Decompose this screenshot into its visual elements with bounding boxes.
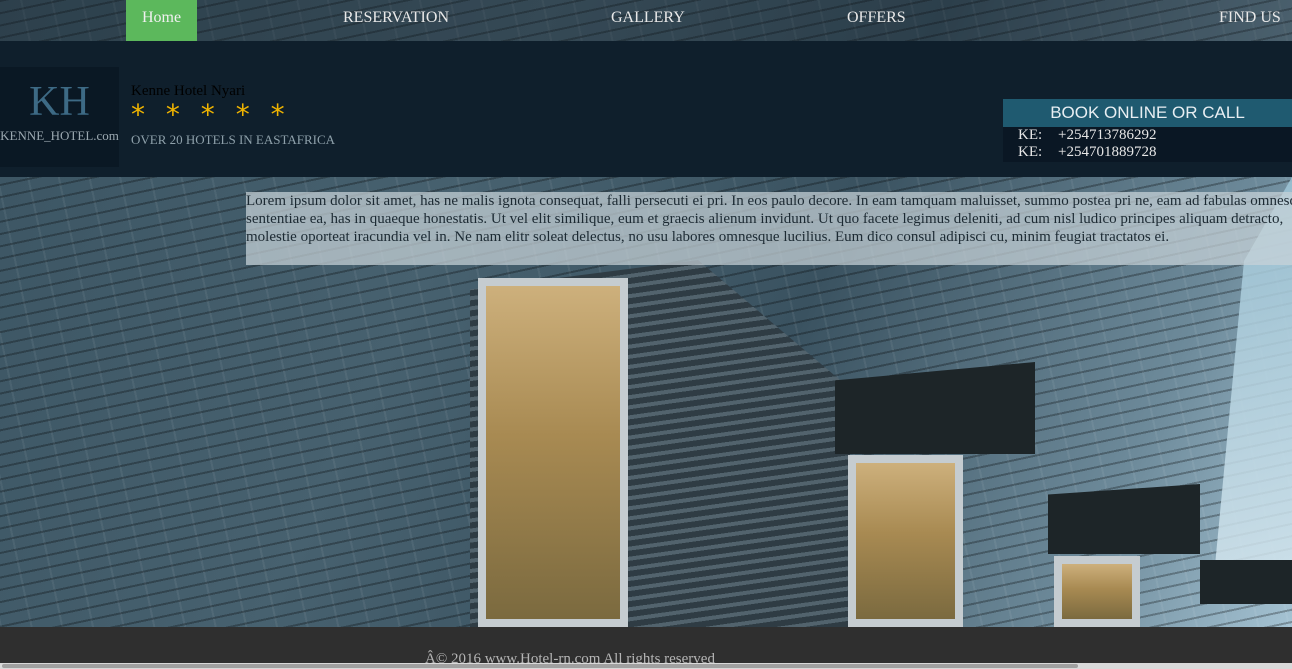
window-box (1200, 560, 1292, 604)
phone-prefix: KE: (1018, 127, 1043, 143)
building-window (478, 278, 628, 627)
booking-title: BOOK ONLINE OR CALL (1003, 99, 1292, 127)
phone-number: +254701889728 (1058, 144, 1157, 160)
scrollbar-thumb[interactable] (2, 664, 1078, 668)
phone-line-2[interactable]: KE: +254701889728 (1018, 144, 1292, 161)
nav-offers[interactable]: OFFERS (847, 0, 906, 41)
logo-site-name: KENNE_HOTEL.com (0, 128, 119, 143)
tagline: OVER 20 HOTELS IN EASTAFRICA (131, 132, 336, 147)
site-header: KH KENNE_HOTEL.com Kenne Hotel Nyari * *… (0, 41, 1292, 177)
horizontal-scrollbar[interactable] (0, 663, 1292, 669)
nav-home[interactable]: Home (126, 0, 197, 41)
booking-panel: BOOK ONLINE OR CALL KE: +254713786292 KE:… (1003, 99, 1292, 162)
phone-prefix: KE: (1018, 144, 1043, 160)
intro-paragraph: Lorem ipsum dolor sit amet, has ne malis… (246, 193, 1292, 245)
logo-initials: KH (29, 79, 90, 125)
nav-find-us[interactable]: FIND US (1219, 0, 1281, 41)
nav-reservation[interactable]: RESERVATION (343, 0, 449, 41)
nav-gallery[interactable]: GALLERY (611, 0, 685, 41)
star-rating: * * * * * (131, 98, 291, 131)
window-box (1048, 484, 1200, 554)
building-window (848, 455, 963, 627)
phone-number: +254713786292 (1058, 127, 1157, 143)
main-nav: Home RESERVATION GALLERY OFFERS FIND US (0, 0, 1292, 41)
intro-text-box: Lorem ipsum dolor sit amet, has ne malis… (246, 192, 1292, 265)
phone-line-1[interactable]: KE: +254713786292 (1018, 127, 1292, 144)
logo[interactable]: KH KENNE_HOTEL.com (0, 67, 119, 167)
building-window (1054, 556, 1140, 627)
